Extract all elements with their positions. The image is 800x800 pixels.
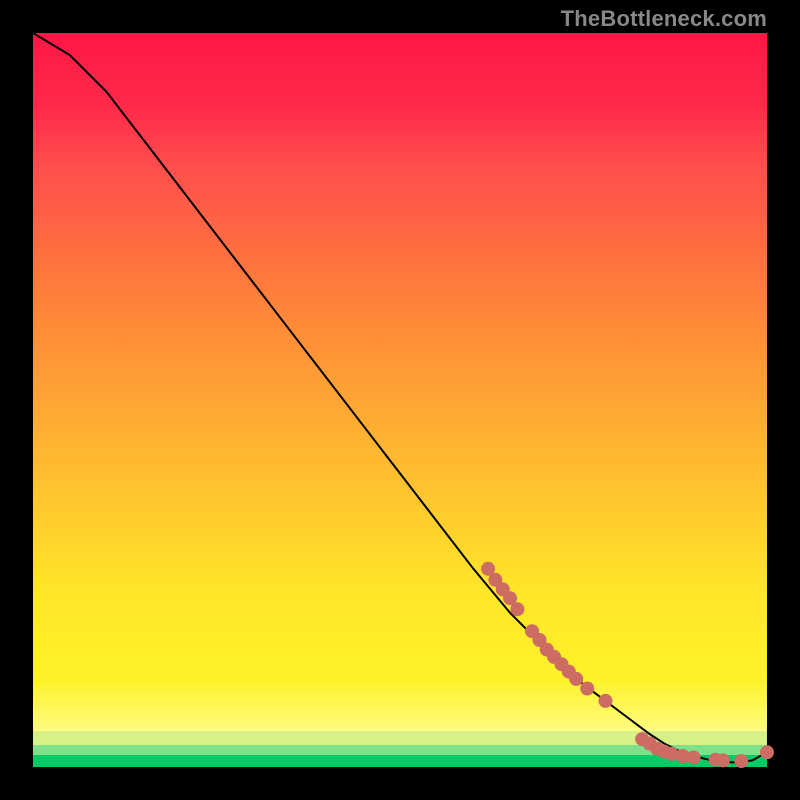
scatter-point bbox=[599, 694, 613, 708]
scatter-point bbox=[569, 672, 583, 686]
chart-stage: TheBottleneck.com bbox=[0, 0, 800, 800]
scatter-point bbox=[580, 682, 594, 696]
scatter-point bbox=[734, 754, 748, 768]
scatter-point bbox=[687, 751, 701, 765]
chart-overlay-svg bbox=[33, 33, 767, 767]
watermark-text: TheBottleneck.com bbox=[561, 6, 767, 32]
scatter-point bbox=[510, 602, 524, 616]
scatter-point-group bbox=[481, 562, 774, 768]
bottleneck-curve-line bbox=[33, 33, 767, 763]
scatter-point bbox=[716, 753, 730, 767]
scatter-point bbox=[760, 745, 774, 759]
